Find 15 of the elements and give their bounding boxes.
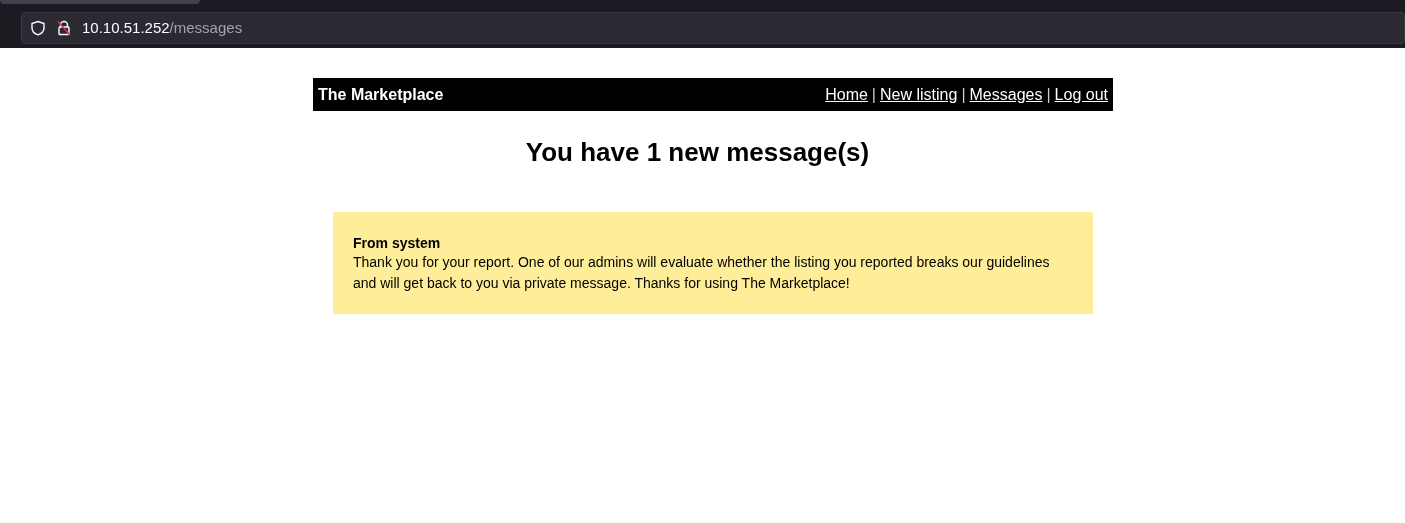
url-text: 10.10.51.252/messages	[82, 17, 243, 38]
site-title: The Marketplace	[318, 84, 444, 105]
message-body: Thank you for your report. One of our admins will evaluate whether the listing you reported breaks our guidelines and will get back to you via private message. Thanks for using The Marketplace!	[353, 253, 1051, 293]
page-heading: You have 1 new message(s)	[524, 136, 871, 169]
shield-icon[interactable]	[30, 20, 46, 36]
address-bar[interactable]: 10.10.51.252/messages	[21, 12, 1405, 44]
nav-separator: |	[961, 84, 966, 105]
message-sender: From system	[353, 234, 442, 252]
nav-separator: |	[871, 84, 876, 105]
nav-link[interactable]: Home	[825, 82, 868, 107]
nav-separator: |	[1046, 84, 1051, 105]
nav-link[interactable]: Messages	[969, 82, 1043, 107]
nav-link[interactable]: New listing	[880, 82, 958, 107]
nav-link[interactable]: Log out	[1054, 82, 1108, 107]
insecure-lock-icon[interactable]	[56, 20, 72, 36]
